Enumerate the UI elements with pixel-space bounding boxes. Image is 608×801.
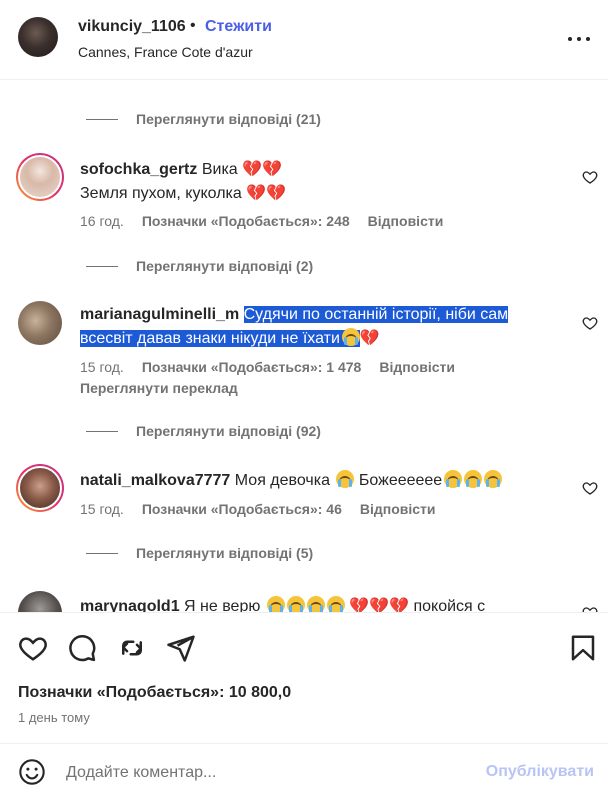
reply-button[interactable]: Відповісти xyxy=(379,359,455,375)
comment-meta: 16 год. Позначки «Подобається»: 248 Відп… xyxy=(80,213,443,229)
comment-body: Моя девочка xyxy=(234,472,330,489)
comment-text: sofochka_gertz Вика 💔💔 Земля пухом, куко… xyxy=(80,157,550,205)
commenter-avatar[interactable] xyxy=(18,591,62,612)
comment-text: marynagold1 Я не верю 💔💔💔 покойся с xyxy=(80,594,550,612)
translate-row: Переглянути переклад xyxy=(80,380,238,396)
comment-body: Я не верю xyxy=(184,598,261,612)
post-header: vikunciy_1106 • Стежити Cannes, France C… xyxy=(0,0,608,80)
commenter-avatar[interactable] xyxy=(16,153,64,201)
comments-list[interactable]: Переглянути відповіді (21) sofochka_gert… xyxy=(0,81,608,612)
view-replies-button[interactable]: Переглянути відповіді (92) xyxy=(86,421,321,441)
separator-dot: • xyxy=(190,17,196,34)
comment-item: marianagulminelli_m Судячи по останній і… xyxy=(0,299,608,399)
divider-line xyxy=(86,430,118,432)
post-likes-count[interactable]: Позначки «Подобається»: 10 800,0 xyxy=(18,684,291,702)
crying-face-emoji xyxy=(444,470,463,488)
comment-body-2: покойся с xyxy=(413,598,486,612)
commenter-avatar[interactable] xyxy=(16,464,64,512)
crying-face-emoji xyxy=(286,596,305,612)
view-replies-button[interactable]: Переглянути відповіді (2) xyxy=(86,256,313,276)
repost-icon[interactable] xyxy=(117,633,147,663)
bookmark-icon[interactable] xyxy=(568,633,598,663)
smiley-icon[interactable] xyxy=(18,758,46,786)
follow-button[interactable]: Стежити xyxy=(205,18,272,36)
crying-face-emoji xyxy=(464,470,483,488)
crying-face-emoji xyxy=(306,596,325,612)
heart-icon[interactable] xyxy=(582,605,598,612)
translate-button[interactable]: Переглянути переклад xyxy=(80,380,238,396)
heart-icon[interactable] xyxy=(18,633,48,663)
commenter-username[interactable]: natali_malkova7777 xyxy=(80,472,230,489)
crying-face-emoji xyxy=(341,328,360,346)
comment-likes[interactable]: Позначки «Подобається»: 1 478 xyxy=(142,359,362,375)
commenter-username[interactable]: sofochka_gertz xyxy=(80,161,197,178)
comment-item: marynagold1 Я не верю 💔💔💔 покойся с xyxy=(0,589,608,612)
publish-button[interactable]: Опублікувати xyxy=(486,763,594,781)
comment-likes[interactable]: Позначки «Подобається»: 46 xyxy=(142,501,342,517)
commenter-username[interactable]: marianagulminelli_m xyxy=(80,306,239,323)
view-replies-button[interactable]: Переглянути відповіді (5) xyxy=(86,543,313,563)
post-actions: Позначки «Подобається»: 10 800,0 1 день … xyxy=(0,612,608,800)
more-horizontal-icon[interactable] xyxy=(568,28,590,50)
post-time[interactable]: 1 день тому xyxy=(18,710,90,725)
crying-face-emoji xyxy=(326,596,345,612)
heart-icon[interactable] xyxy=(582,480,598,496)
post-location[interactable]: Cannes, France Cote d'azur xyxy=(78,44,253,60)
comment-input[interactable] xyxy=(66,760,456,786)
view-replies-label: Переглянути відповіді (5) xyxy=(136,545,314,561)
divider-line xyxy=(86,118,118,120)
commenter-username[interactable]: marynagold1 xyxy=(80,598,180,612)
author-avatar[interactable] xyxy=(18,17,58,57)
broken-heart-emoji: 💔 xyxy=(359,328,380,347)
comment-body-2: Божееееее xyxy=(358,472,443,489)
heart-icon[interactable] xyxy=(582,169,598,185)
crying-face-emoji xyxy=(336,470,355,488)
comment-composer: Опублікувати xyxy=(0,743,608,801)
view-replies-button[interactable]: Переглянути відповіді (21) xyxy=(86,109,321,129)
comment-time: 15 год. xyxy=(80,501,124,517)
comment-item: sofochka_gertz Вика 💔💔 Земля пухом, куко… xyxy=(0,153,608,233)
comment-text: natali_malkova7777 Моя девочка Божееееее xyxy=(80,469,550,492)
comment-body: Вика xyxy=(201,161,238,178)
broken-heart-emoji: 💔💔 xyxy=(242,159,282,178)
author-username[interactable]: vikunciy_1106 xyxy=(78,18,186,36)
divider-line xyxy=(86,552,118,554)
reply-button[interactable]: Відповісти xyxy=(368,213,444,229)
divider-line xyxy=(86,265,118,267)
comment-item: natali_malkova7777 Моя девочка Божееееее… xyxy=(0,464,608,524)
view-replies-label: Переглянути відповіді (92) xyxy=(136,423,321,439)
comment-time: 16 год. xyxy=(80,213,124,229)
reply-button[interactable]: Відповісти xyxy=(360,501,436,517)
send-icon[interactable] xyxy=(166,633,196,663)
commenter-avatar[interactable] xyxy=(18,301,62,345)
broken-heart-emoji: 💔💔💔 xyxy=(349,596,410,612)
comment-icon[interactable] xyxy=(67,633,97,663)
crying-face-emoji xyxy=(266,596,285,612)
crying-face-emoji xyxy=(484,470,503,488)
broken-heart-emoji: 💔💔 xyxy=(246,183,287,202)
view-replies-label: Переглянути відповіді (21) xyxy=(136,111,321,127)
comment-meta: 15 год. Позначки «Подобається»: 1 478 Ві… xyxy=(80,359,455,375)
comment-time: 15 год. xyxy=(80,359,124,375)
comment-body-line2: Земля пухом, куколка xyxy=(80,185,242,202)
comment-likes[interactable]: Позначки «Подобається»: 248 xyxy=(142,213,350,229)
view-replies-label: Переглянути відповіді (2) xyxy=(136,258,314,274)
comment-meta: 15 год. Позначки «Подобається»: 46 Відпо… xyxy=(80,501,436,517)
comment-text: marianagulminelli_m Судячи по останній і… xyxy=(80,303,550,350)
heart-icon[interactable] xyxy=(582,315,598,331)
